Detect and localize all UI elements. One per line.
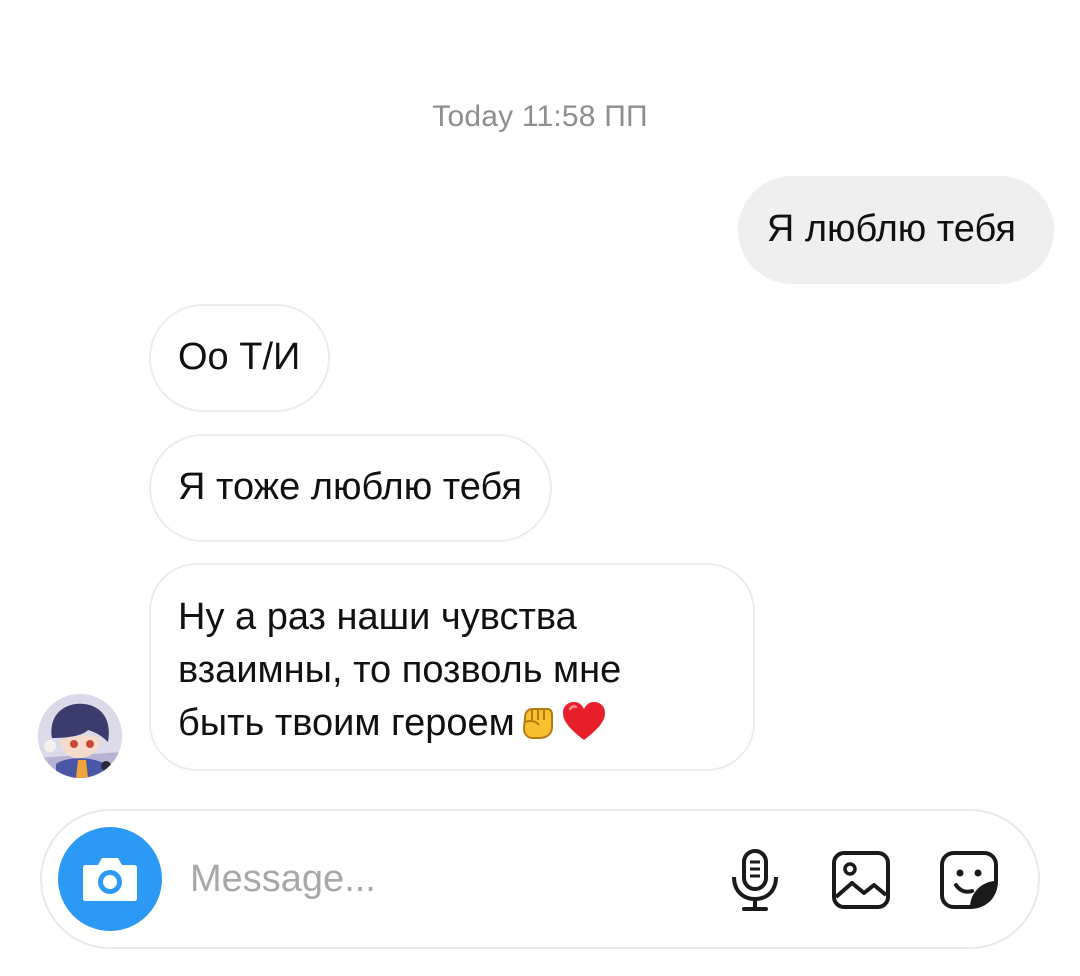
camera-button[interactable] xyxy=(58,827,162,931)
sticker-icon[interactable] xyxy=(936,847,1002,913)
message-text: Я тоже люблю тебя xyxy=(178,466,522,508)
message-timestamp: Today 11:58 ПП xyxy=(432,100,648,133)
message-text: Я люблю тебя xyxy=(766,208,1016,250)
incoming-message-bubble[interactable]: Ну а раз наши чувства взаимны, то позвол… xyxy=(149,563,755,771)
incoming-message-bubble[interactable]: Оо Т/И xyxy=(149,304,331,412)
gallery-icon[interactable] xyxy=(828,847,894,913)
outgoing-message-bubble[interactable]: Я люблю тебя xyxy=(737,176,1054,284)
contact-avatar[interactable] xyxy=(38,694,122,778)
raised-fist-emoji xyxy=(517,701,557,741)
red-heart-emoji xyxy=(561,700,607,742)
microphone-icon[interactable] xyxy=(722,847,788,913)
message-input[interactable] xyxy=(190,853,710,905)
message-composer xyxy=(40,809,1040,949)
incoming-message-bubble[interactable]: Я тоже люблю тебя xyxy=(149,434,552,542)
camera-icon xyxy=(83,858,137,901)
message-text: Оо Т/И xyxy=(178,336,301,378)
